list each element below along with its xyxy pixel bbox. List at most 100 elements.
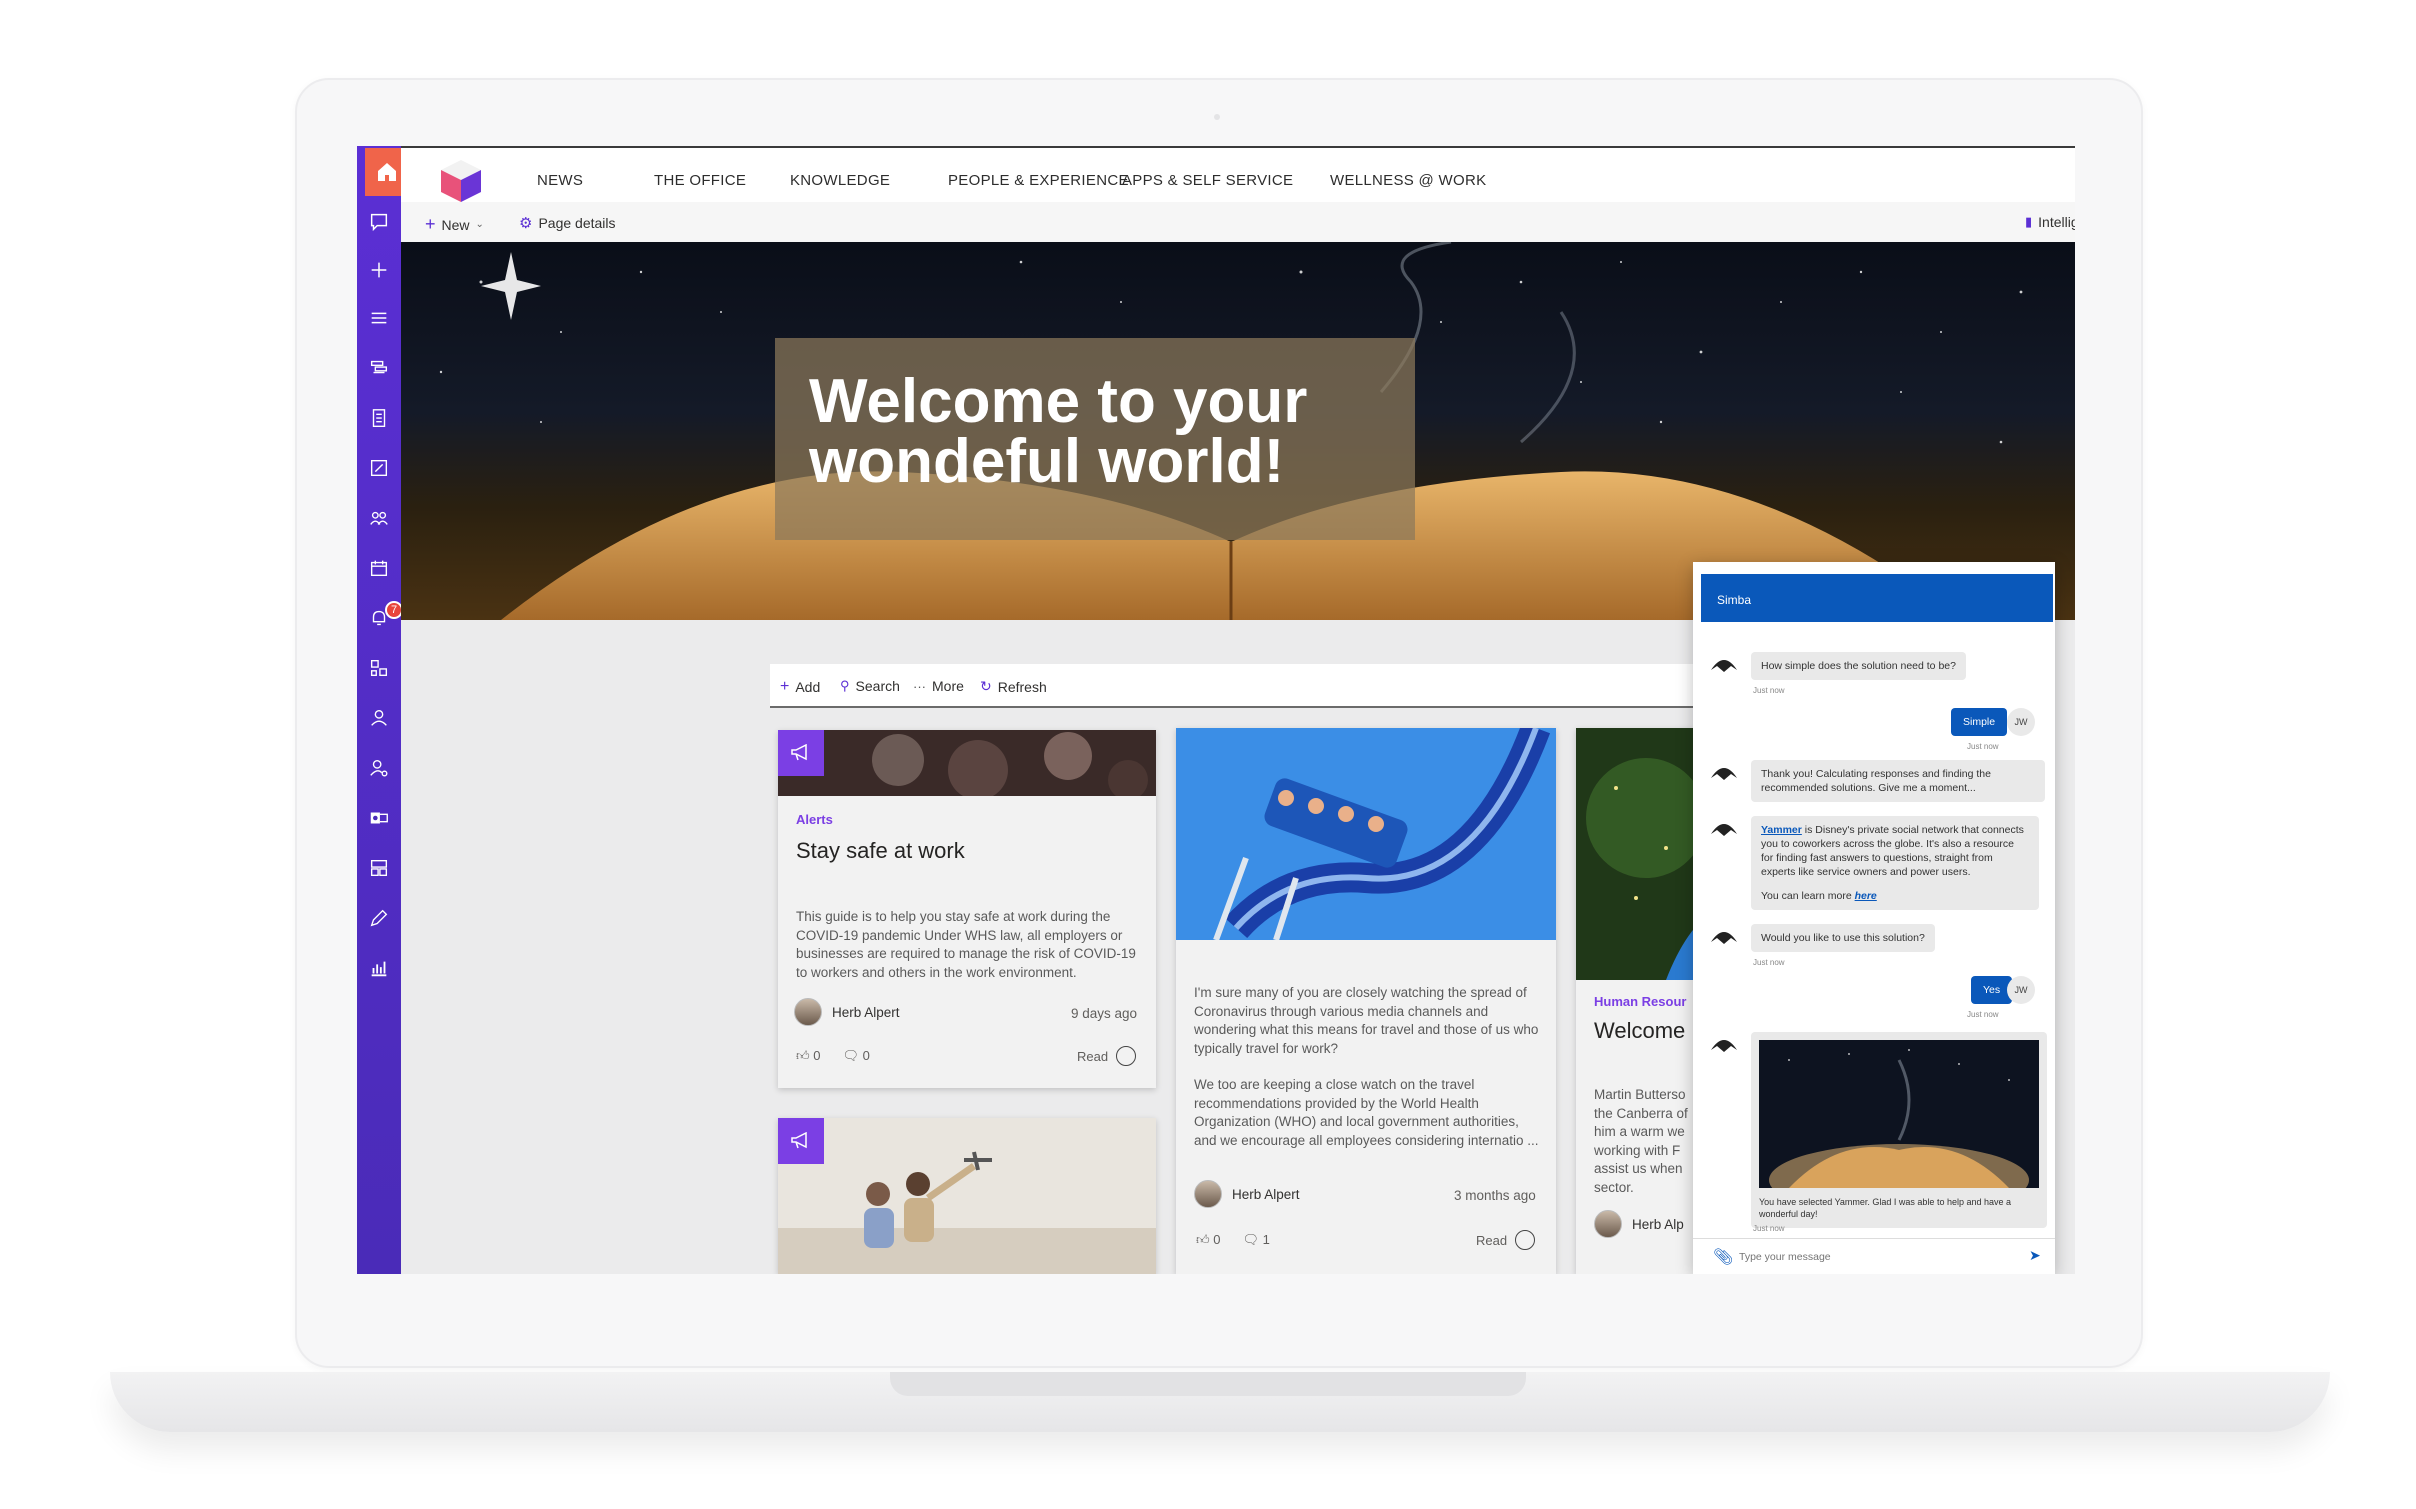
bot-avatar-icon [1711,932,1737,944]
new-button[interactable]: + New ⌄ [425,214,484,235]
rail-news-button[interactable] [357,348,401,388]
timestamp: Just now [1967,1010,1999,1019]
apps-icon [370,659,388,677]
pencil-icon [370,909,388,927]
refresh-label: Refresh [997,678,1047,695]
author-name: Herb Alpert [1232,1186,1300,1202]
more-button[interactable]: ··· More [913,678,964,694]
rail-create-button[interactable] [357,250,401,290]
like-button[interactable]: 👍︎ 0 [1196,1232,1220,1248]
card-summary-continued: We too are keeping a close watch on the … [1194,1077,1539,1148]
timestamp: Just now [1753,1224,1785,1233]
command-bar: + New ⌄ ⚙ Page details ▮ Intellig [401,202,2075,242]
rail-calendar-button[interactable] [357,548,401,588]
card-summary: This guide is to help you stay safe at w… [796,909,1136,980]
rail-pages-button[interactable] [357,448,401,488]
plus-icon [371,262,387,278]
rail-apps-button[interactable] [357,648,401,688]
bar-chart-icon: ▮ [2025,214,2033,229]
comment-icon: 🗨︎ [1242,1232,1259,1247]
bot-bubble: Yammer is Disney's private social networ… [1751,816,2039,910]
home-icon [378,163,396,181]
news-card-travel-couple[interactable] [778,1118,1156,1274]
card-author[interactable]: Herb Alpert [794,998,900,1026]
search-icon: ⚲ [840,678,850,693]
nav-the-office[interactable]: THE OFFICE [654,172,746,189]
nav-wellness-work[interactable]: WELLNESS @ WORK [1330,172,1486,189]
bot-message: How simple does the solution need to be? [1709,652,1966,680]
news-card-stay-safe[interactable]: Alerts Stay safe at work This guide is t… [778,730,1156,1088]
timestamp: Just now [1967,742,1999,751]
search-button[interactable]: ⚲ Search [840,678,900,694]
here-link[interactable]: here [1855,890,1877,902]
rail-documents-button[interactable] [357,398,401,438]
rail-people-button[interactable] [357,498,401,538]
card-summary: Martin Butterso the Canberra of him a wa… [1594,1087,1688,1195]
read-toggle[interactable]: Read [1077,1046,1137,1066]
rail-contacts-button[interactable] [357,748,401,788]
card-title[interactable]: Stay safe at work [796,838,965,864]
analytics-button[interactable]: ▮ Intellig [2025,214,2075,230]
read-toggle[interactable]: Read [1476,1230,1536,1250]
rail-activity-button[interactable]: 7 [357,598,403,638]
menu-icon [371,312,387,324]
paperclip-icon[interactable]: 📎︎ [1713,1247,1733,1267]
avatar [794,998,822,1026]
user-bubble: Yes [1971,976,2013,1004]
screen: 7 NEWS THE OFFICE KNOWLEDGE PEOPLE & EXP… [357,146,2075,1274]
rail-edit-button[interactable] [357,898,401,938]
card-author[interactable]: Herb Alp [1594,1210,1684,1238]
gear-icon: ⚙ [519,215,533,232]
read-label: Read [1077,1048,1109,1064]
nav-knowledge[interactable]: KNOWLEDGE [790,172,890,189]
dashboard-icon [370,859,388,877]
bot-message: Thank you! Calculating responses and fin… [1709,760,2045,802]
site-logo[interactable] [437,156,485,204]
card-author[interactable]: Herb Alpert [1194,1180,1300,1208]
comment-button[interactable]: 🗨︎ 1 [1242,1232,1269,1248]
bot-message: Yammer is Disney's private social networ… [1709,816,2039,910]
card-image-virus [778,730,1156,796]
rail-outlook-button[interactable] [357,798,401,838]
rail-profile-button[interactable] [357,698,401,738]
refresh-button[interactable]: ↻ Refresh [980,678,1047,695]
timestamp: Just now [1753,958,1785,967]
like-count: 0 [1213,1232,1221,1247]
analytics-label: Intellig [2038,214,2075,230]
chat-message-input[interactable] [1739,1247,2009,1267]
add-button[interactable]: + Add [780,678,820,696]
bot-bubble: Thank you! Calculating responses and fin… [1751,760,2045,802]
timestamp: Just now [1753,686,1785,695]
news-card-travel[interactable]: I'm sure many of you are closely watchin… [1176,728,1556,1274]
page-icon [370,459,388,477]
learn-more-text: You can learn more [1761,890,1855,902]
card-date: 9 days ago [1071,1006,1138,1021]
rail-analytics-button[interactable] [357,948,401,988]
hero-title-box: Welcome to your wondeful world! [775,338,1415,540]
card-title[interactable]: Welcome [1594,1018,1685,1044]
search-label: Search [855,678,900,694]
nav-people-experience[interactable]: PEOPLE & EXPERIENCE [948,172,1129,189]
read-circle-icon [1515,1230,1536,1250]
yammer-link[interactable]: Yammer [1761,824,1802,836]
rail-conversations-button[interactable] [357,202,401,242]
page-details-button[interactable]: ⚙ Page details [519,214,616,232]
send-icon[interactable]: ➤ [2029,1247,2041,1264]
thumbs-up-icon: 👍︎ [796,1048,810,1063]
user-bubble: Simple [1951,708,2008,736]
nav-news[interactable]: NEWS [537,172,583,189]
avatar [1594,1210,1622,1238]
comment-button[interactable]: 🗨︎ 0 [842,1048,869,1064]
rail-menu-button[interactable] [357,298,401,338]
outlook-icon [370,812,388,824]
rail-dashboard-button[interactable] [357,848,401,888]
news-icon [370,360,388,374]
thumbs-up-icon: 👍︎ [1196,1232,1210,1247]
card-tag: Human Resour [1594,994,1687,1009]
user-avatar: JW [2007,976,2035,1004]
card-image-rollercoaster [1176,728,1556,940]
like-button[interactable]: 👍︎ 0 [796,1048,820,1064]
nav-apps-self-service[interactable]: APPS & SELF SERVICE [1122,172,1293,189]
card-actions: 👍︎ 0 🗨︎ 1 [1196,1232,1270,1248]
person-icon [371,709,387,726]
